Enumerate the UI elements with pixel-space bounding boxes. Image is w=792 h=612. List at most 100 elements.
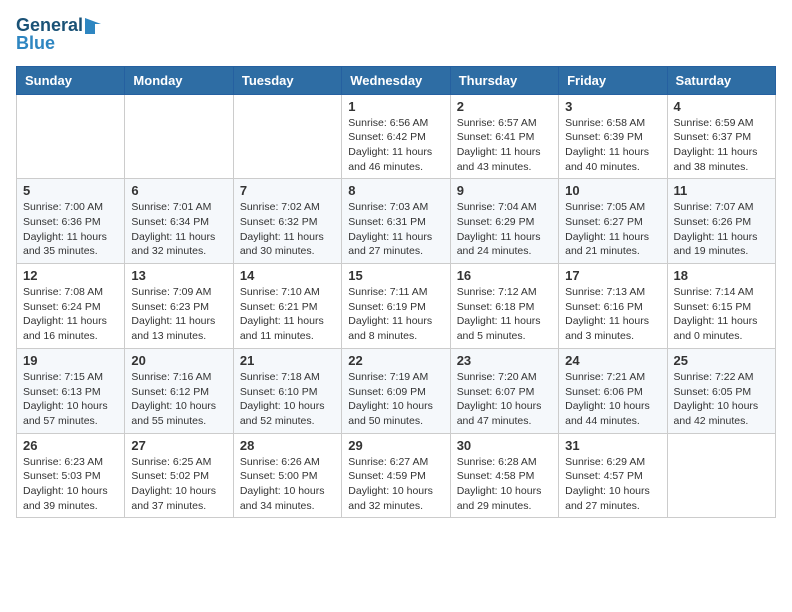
day-info: Sunrise: 6:23 AM Sunset: 5:03 PM Dayligh… [23, 455, 118, 514]
day-number: 23 [457, 353, 552, 368]
weekday-header-wednesday: Wednesday [342, 66, 450, 94]
day-number: 14 [240, 268, 335, 283]
calendar-cell: 17 Sunrise: 7:13 AM Sunset: 6:16 PM Dayli… [559, 264, 667, 349]
weekday-header-monday: Monday [125, 66, 233, 94]
day-number: 26 [23, 438, 118, 453]
calendar-cell: 26 Sunrise: 6:23 AM Sunset: 5:03 PM Dayli… [17, 433, 125, 518]
day-number: 27 [131, 438, 226, 453]
day-info: Sunrise: 7:21 AM Sunset: 6:06 PM Dayligh… [565, 370, 660, 429]
day-number: 13 [131, 268, 226, 283]
day-info: Sunrise: 6:28 AM Sunset: 4:58 PM Dayligh… [457, 455, 552, 514]
day-number: 22 [348, 353, 443, 368]
calendar-cell: 8Sunrise: 7:03 AM Sunset: 6:31 PM Daylig… [342, 179, 450, 264]
day-number: 6 [131, 183, 226, 198]
calendar-cell [17, 94, 125, 179]
calendar-cell: 28Sunrise: 6:26 AM Sunset: 5:00 PM Dayli… [233, 433, 341, 518]
calendar-cell: 3 Sunrise: 6:58 AM Sunset: 6:39 PM Daylig… [559, 94, 667, 179]
calendar-cell: 27Sunrise: 6:25 AM Sunset: 5:02 PM Dayli… [125, 433, 233, 518]
day-info: Sunrise: 7:08 AM Sunset: 6:24 PM Dayligh… [23, 285, 118, 344]
day-info: Sunrise: 7:07 AM Sunset: 6:26 PM Dayligh… [674, 200, 769, 259]
calendar-cell: 16Sunrise: 7:12 AM Sunset: 6:18 PM Dayli… [450, 264, 558, 349]
calendar-cell: 11 Sunrise: 7:07 AM Sunset: 6:26 PM Dayli… [667, 179, 775, 264]
weekday-header-saturday: Saturday [667, 66, 775, 94]
weekday-header-tuesday: Tuesday [233, 66, 341, 94]
day-number: 17 [565, 268, 660, 283]
calendar-cell: 21Sunrise: 7:18 AM Sunset: 6:10 PM Dayli… [233, 348, 341, 433]
day-info: Sunrise: 7:16 AM Sunset: 6:12 PM Dayligh… [131, 370, 226, 429]
day-number: 11 [674, 183, 769, 198]
calendar-cell: 23 Sunrise: 7:20 AM Sunset: 6:07 PM Dayli… [450, 348, 558, 433]
day-number: 7 [240, 183, 335, 198]
calendar-table: SundayMondayTuesdayWednesdayThursdayFrid… [16, 66, 776, 519]
day-info: Sunrise: 6:29 AM Sunset: 4:57 PM Dayligh… [565, 455, 660, 514]
calendar-cell: 25 Sunrise: 7:22 AM Sunset: 6:05 PM Dayli… [667, 348, 775, 433]
calendar-cell: 19 Sunrise: 7:15 AM Sunset: 6:13 PM Dayli… [17, 348, 125, 433]
day-number: 25 [674, 353, 769, 368]
calendar-cell: 9 Sunrise: 7:04 AM Sunset: 6:29 PM Daylig… [450, 179, 558, 264]
week-row-2: 12 Sunrise: 7:08 AM Sunset: 6:24 PM Dayli… [17, 264, 776, 349]
calendar-cell: 5Sunrise: 7:00 AM Sunset: 6:36 PM Daylig… [17, 179, 125, 264]
day-number: 10 [565, 183, 660, 198]
day-number: 15 [348, 268, 443, 283]
week-row-4: 26 Sunrise: 6:23 AM Sunset: 5:03 PM Dayli… [17, 433, 776, 518]
day-number: 3 [565, 99, 660, 114]
calendar-cell: 10Sunrise: 7:05 AM Sunset: 6:27 PM Dayli… [559, 179, 667, 264]
calendar-cell: 22 Sunrise: 7:19 AM Sunset: 6:09 PM Dayli… [342, 348, 450, 433]
calendar-cell: 15 Sunrise: 7:11 AM Sunset: 6:19 PM Dayli… [342, 264, 450, 349]
day-number: 1 [348, 99, 443, 114]
day-number: 2 [457, 99, 552, 114]
weekday-header-thursday: Thursday [450, 66, 558, 94]
calendar-cell [125, 94, 233, 179]
calendar-cell: 20Sunrise: 7:16 AM Sunset: 6:12 PM Dayli… [125, 348, 233, 433]
day-info: Sunrise: 7:22 AM Sunset: 6:05 PM Dayligh… [674, 370, 769, 429]
calendar-cell: 12 Sunrise: 7:08 AM Sunset: 6:24 PM Dayli… [17, 264, 125, 349]
weekday-header-friday: Friday [559, 66, 667, 94]
day-info: Sunrise: 6:58 AM Sunset: 6:39 PM Dayligh… [565, 116, 660, 175]
calendar-body: 1 Sunrise: 6:56 AM Sunset: 6:42 PM Daylig… [17, 94, 776, 518]
weekday-header-sunday: Sunday [17, 66, 125, 94]
week-row-3: 19 Sunrise: 7:15 AM Sunset: 6:13 PM Dayli… [17, 348, 776, 433]
calendar-cell: 7Sunrise: 7:02 AM Sunset: 6:32 PM Daylig… [233, 179, 341, 264]
week-row-1: 5Sunrise: 7:00 AM Sunset: 6:36 PM Daylig… [17, 179, 776, 264]
day-info: Sunrise: 7:19 AM Sunset: 6:09 PM Dayligh… [348, 370, 443, 429]
calendar-cell: 24Sunrise: 7:21 AM Sunset: 6:06 PM Dayli… [559, 348, 667, 433]
day-info: Sunrise: 7:11 AM Sunset: 6:19 PM Dayligh… [348, 285, 443, 344]
day-info: Sunrise: 6:56 AM Sunset: 6:42 PM Dayligh… [348, 116, 443, 175]
day-number: 29 [348, 438, 443, 453]
day-info: Sunrise: 7:20 AM Sunset: 6:07 PM Dayligh… [457, 370, 552, 429]
calendar-cell: 2 Sunrise: 6:57 AM Sunset: 6:41 PM Daylig… [450, 94, 558, 179]
calendar-cell [233, 94, 341, 179]
day-number: 9 [457, 183, 552, 198]
day-number: 12 [23, 268, 118, 283]
day-number: 30 [457, 438, 552, 453]
logo-icon [85, 18, 101, 34]
day-number: 8 [348, 183, 443, 198]
logo: General Blue [16, 16, 101, 54]
calendar-cell: 13Sunrise: 7:09 AM Sunset: 6:23 PM Dayli… [125, 264, 233, 349]
day-info: Sunrise: 7:04 AM Sunset: 6:29 PM Dayligh… [457, 200, 552, 259]
day-info: Sunrise: 7:12 AM Sunset: 6:18 PM Dayligh… [457, 285, 552, 344]
calendar-cell: 1 Sunrise: 6:56 AM Sunset: 6:42 PM Daylig… [342, 94, 450, 179]
day-number: 19 [23, 353, 118, 368]
logo-text-blue: Blue [16, 34, 55, 54]
day-info: Sunrise: 7:10 AM Sunset: 6:21 PM Dayligh… [240, 285, 335, 344]
day-info: Sunrise: 7:18 AM Sunset: 6:10 PM Dayligh… [240, 370, 335, 429]
calendar-cell: 18 Sunrise: 7:14 AM Sunset: 6:15 PM Dayli… [667, 264, 775, 349]
day-info: Sunrise: 7:15 AM Sunset: 6:13 PM Dayligh… [23, 370, 118, 429]
day-info: Sunrise: 7:00 AM Sunset: 6:36 PM Dayligh… [23, 200, 118, 259]
calendar-cell: 4Sunrise: 6:59 AM Sunset: 6:37 PM Daylig… [667, 94, 775, 179]
day-info: Sunrise: 6:57 AM Sunset: 6:41 PM Dayligh… [457, 116, 552, 175]
day-info: Sunrise: 6:59 AM Sunset: 6:37 PM Dayligh… [674, 116, 769, 175]
day-number: 28 [240, 438, 335, 453]
day-number: 18 [674, 268, 769, 283]
weekday-header-row: SundayMondayTuesdayWednesdayThursdayFrid… [17, 66, 776, 94]
day-info: Sunrise: 7:01 AM Sunset: 6:34 PM Dayligh… [131, 200, 226, 259]
calendar-cell: 30 Sunrise: 6:28 AM Sunset: 4:58 PM Dayli… [450, 433, 558, 518]
week-row-0: 1 Sunrise: 6:56 AM Sunset: 6:42 PM Daylig… [17, 94, 776, 179]
calendar-cell: 31 Sunrise: 6:29 AM Sunset: 4:57 PM Dayli… [559, 433, 667, 518]
day-info: Sunrise: 7:13 AM Sunset: 6:16 PM Dayligh… [565, 285, 660, 344]
day-number: 31 [565, 438, 660, 453]
calendar-cell: 29 Sunrise: 6:27 AM Sunset: 4:59 PM Dayli… [342, 433, 450, 518]
day-info: Sunrise: 7:14 AM Sunset: 6:15 PM Dayligh… [674, 285, 769, 344]
day-info: Sunrise: 6:27 AM Sunset: 4:59 PM Dayligh… [348, 455, 443, 514]
